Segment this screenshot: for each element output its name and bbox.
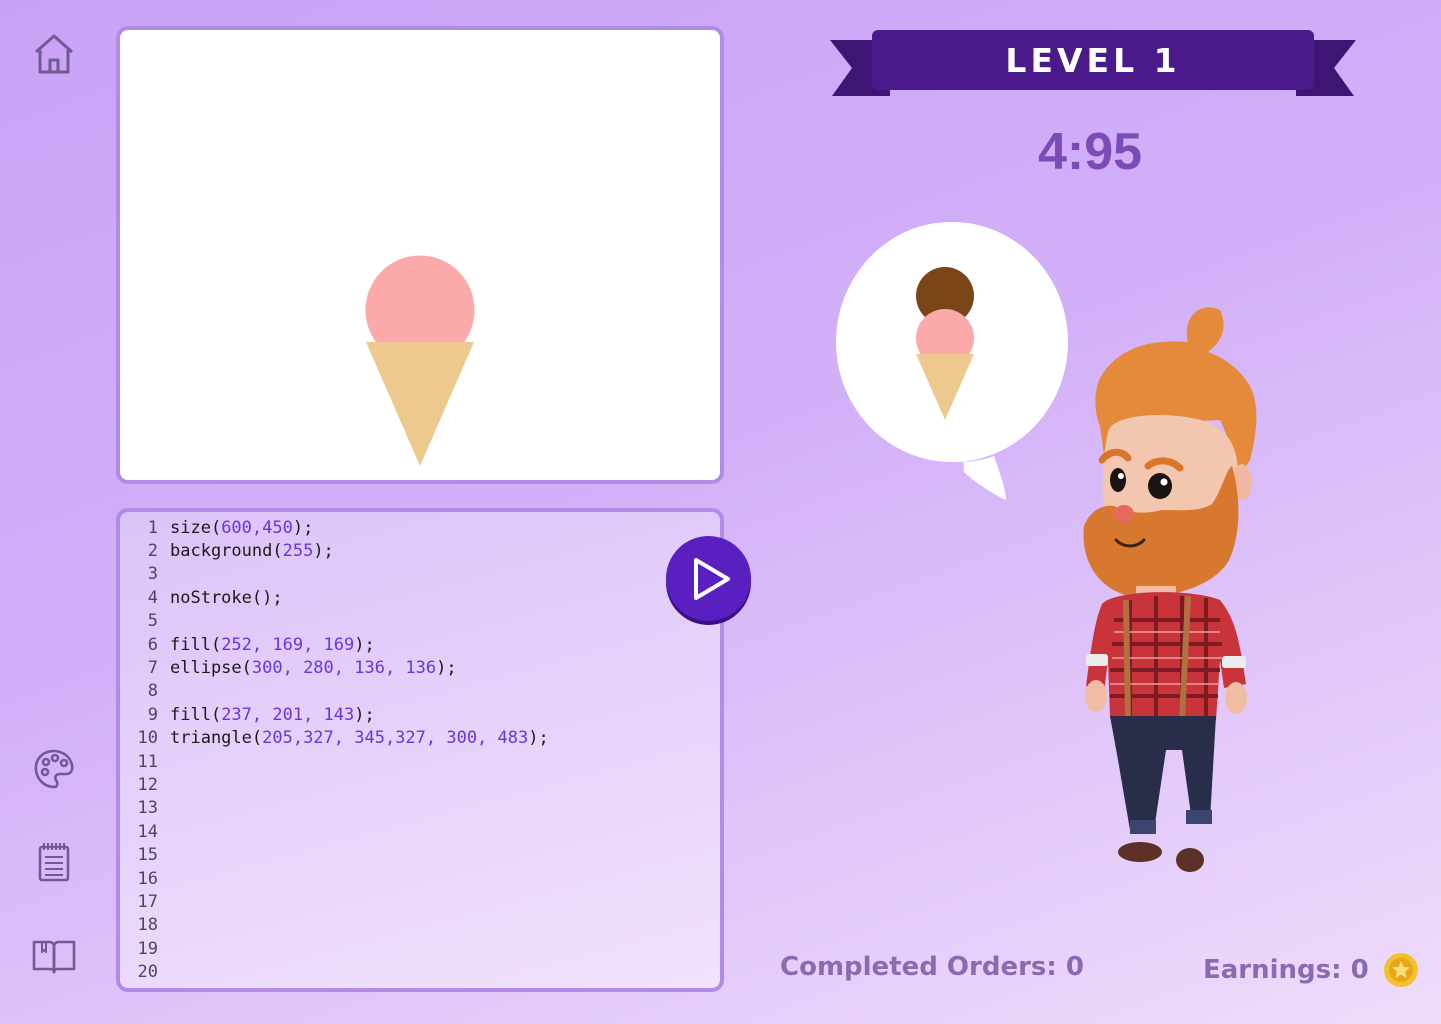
palette-icon[interactable] xyxy=(30,745,78,793)
code-line[interactable]: 8 xyxy=(120,680,720,703)
code-text: ); xyxy=(313,541,334,562)
code-line[interactable]: 10 triangle(205,327, 345,327, 300, 483); xyxy=(120,727,720,750)
code-text: ellipse( xyxy=(170,658,252,679)
code-line[interactable]: 2 background(255); xyxy=(120,539,720,562)
notepad-icon[interactable] xyxy=(30,838,78,886)
code-line[interactable]: 16 xyxy=(120,867,720,890)
code-line[interactable]: 17 xyxy=(120,890,720,913)
line-number: 14 xyxy=(137,821,158,842)
code-line[interactable]: 20 xyxy=(120,960,720,983)
code-text: ); xyxy=(528,728,549,749)
code-text: noStroke(); xyxy=(170,587,283,608)
line-number: 5 xyxy=(147,611,158,632)
ice-cream-cone xyxy=(366,342,474,466)
line-code[interactable]: triangle(205,327, 345,327, 300, 483); xyxy=(158,728,549,748)
code-number: 255 xyxy=(282,541,314,562)
code-line[interactable]: 13 xyxy=(120,797,720,820)
line-code[interactable]: fill(237, 201, 143); xyxy=(158,705,375,725)
code-line[interactable]: 3 xyxy=(120,563,720,586)
code-text: ); xyxy=(354,634,375,655)
line-number: 16 xyxy=(137,868,158,889)
line-number: 12 xyxy=(137,774,158,795)
run-button[interactable] xyxy=(666,536,751,621)
line-number: 4 xyxy=(147,587,158,608)
line-number: 17 xyxy=(137,891,158,912)
code-editor[interactable]: 1 size(600,450); 2 background(255); 3 4 noStro… xyxy=(116,508,724,992)
code-number: 600,450 xyxy=(221,517,293,538)
line-number: 6 xyxy=(147,634,158,655)
line-code[interactable]: fill(252, 169, 169); xyxy=(158,635,375,655)
play-icon xyxy=(693,557,730,600)
code-text: fill( xyxy=(170,704,222,725)
code-line[interactable]: 5 xyxy=(120,610,720,633)
order-speech-bubble xyxy=(834,218,1074,508)
line-number: 1 xyxy=(147,517,158,538)
line-number: 7 xyxy=(147,658,158,679)
output-canvas xyxy=(116,26,724,484)
code-line[interactable]: 19 xyxy=(120,937,720,960)
code-line[interactable]: 15 xyxy=(120,843,720,866)
line-number: 19 xyxy=(137,938,158,959)
customer-shirt xyxy=(1086,592,1246,720)
line-code[interactable]: ellipse(300, 280, 136, 136); xyxy=(158,658,457,678)
line-number: 13 xyxy=(137,798,158,819)
line-number: 15 xyxy=(137,845,158,866)
line-number: 10 xyxy=(137,728,158,749)
book-icon[interactable] xyxy=(30,932,78,980)
code-number: 300, 280, 136, 136 xyxy=(251,658,437,679)
line-number: 20 xyxy=(137,962,158,983)
completed-orders-label: Completed Orders: 0 xyxy=(780,952,1084,982)
code-text: triangle( xyxy=(170,728,263,749)
code-number: 237, 201, 143 xyxy=(221,704,355,725)
code-text: ); xyxy=(292,517,314,538)
code-number: 205,327, 345,327, 300, 483 xyxy=(262,728,529,749)
code-text: background( xyxy=(170,541,283,562)
completed-orders: Completed Orders: 0 xyxy=(780,952,1084,982)
timer: 4:95 xyxy=(1037,123,1143,181)
line-number: 2 xyxy=(147,541,158,562)
code-line[interactable]: 11 xyxy=(120,750,720,773)
code-text: size( xyxy=(170,517,222,538)
code-text: ); xyxy=(354,704,375,725)
line-number: 8 xyxy=(147,681,158,702)
code-line[interactable]: 21 xyxy=(120,984,720,989)
line-code[interactable]: background(255); xyxy=(158,541,334,561)
code-line[interactable]: 14 xyxy=(120,820,720,843)
code-line[interactable]: 18 xyxy=(120,914,720,937)
earnings-label: Earnings: 0 xyxy=(1203,955,1369,985)
code-line[interactable]: 6 fill(252, 169, 169); xyxy=(120,633,720,656)
line-code[interactable]: noStroke(); xyxy=(158,588,283,608)
code-line[interactable]: 1 size(600,450); xyxy=(120,516,720,539)
line-number: 21 xyxy=(120,986,158,989)
home-icon[interactable] xyxy=(30,30,78,78)
line-number: 9 xyxy=(147,704,158,725)
earnings: Earnings: 0 xyxy=(1203,952,1419,988)
code-text: fill( xyxy=(170,634,222,655)
code-line[interactable]: 7 ellipse(300, 280, 136, 136); xyxy=(120,656,720,679)
level-banner: LEVEL 1 xyxy=(830,30,1356,100)
code-line[interactable]: 4 noStroke(); xyxy=(120,586,720,609)
code-number: 252, 169, 169 xyxy=(221,634,355,655)
level-title: LEVEL 1 xyxy=(1005,40,1181,80)
line-number: 18 xyxy=(137,915,158,936)
line-code[interactable]: size(600,450); xyxy=(158,518,313,538)
line-number: 3 xyxy=(147,564,158,585)
coin-icon xyxy=(1383,953,1418,987)
code-line[interactable]: 12 xyxy=(120,773,720,796)
customer-character xyxy=(1070,300,1270,885)
code-line[interactable]: 9 fill(237, 201, 143); xyxy=(120,703,720,726)
line-number: 11 xyxy=(137,751,158,772)
code-text: ); xyxy=(436,658,457,679)
